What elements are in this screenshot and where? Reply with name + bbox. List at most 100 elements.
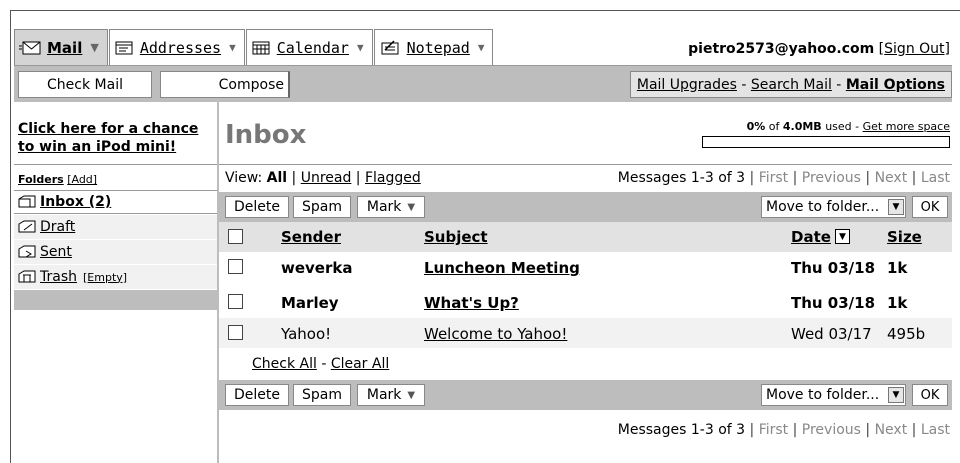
quota-percent: 0% bbox=[746, 120, 766, 133]
promo-link[interactable]: Click here for a chance to win an iPod m… bbox=[14, 102, 217, 156]
promo-line-2[interactable]: to win an iPod mini! bbox=[18, 139, 176, 155]
clear-all-link[interactable]: Clear All bbox=[331, 356, 389, 372]
check-mail-button[interactable]: Check Mail bbox=[18, 71, 152, 98]
pager-bottom: Messages 1-3 of 3 | First | Previous | N… bbox=[617, 422, 950, 438]
user-email: pietro2573@yahoo.com bbox=[688, 41, 875, 57]
row-checkbox[interactable] bbox=[228, 325, 243, 340]
chevron-down-icon[interactable]: ▼ bbox=[357, 41, 364, 54]
pager-first: First bbox=[758, 170, 789, 186]
sort-size[interactable]: Size bbox=[887, 228, 922, 246]
sort-desc-icon[interactable]: ▼ bbox=[835, 229, 850, 244]
pager-previous: Previous bbox=[801, 422, 861, 438]
sort-sender[interactable]: Sender bbox=[281, 228, 341, 246]
message-count: Messages 1-3 of 3 bbox=[617, 422, 746, 438]
quota-progress-bar bbox=[702, 136, 950, 148]
sidebar-item-draft[interactable]: Draft bbox=[14, 215, 217, 239]
row-subject[interactable]: Luncheon Meeting bbox=[424, 259, 580, 277]
add-folder-link[interactable]: [Add] bbox=[67, 173, 97, 186]
trash-folder-icon bbox=[18, 270, 40, 284]
tab-addresses[interactable]: Addresses ▼ bbox=[108, 29, 245, 65]
message-toolbar-bottom: Delete Spam Mark ▼ Move to folder... ▼ OK bbox=[219, 380, 952, 410]
chevron-down-icon[interactable]: ▼ bbox=[90, 41, 98, 54]
tab-addresses-label: Addresses bbox=[139, 38, 222, 57]
pager-top: Messages 1-3 of 3 | First | Previous | N… bbox=[617, 170, 950, 186]
row-size: 495b bbox=[887, 325, 926, 343]
pager-last: Last bbox=[920, 422, 950, 438]
mail-options-link[interactable]: Mail Options bbox=[846, 77, 945, 93]
row-sender: Marley bbox=[281, 294, 339, 312]
sidebar-item-sent[interactable]: Sent bbox=[14, 240, 217, 264]
quota-used: used - bbox=[825, 120, 860, 133]
move-ok-button[interactable]: OK bbox=[912, 384, 948, 406]
get-more-space-link[interactable]: Get more space bbox=[863, 120, 950, 133]
compose-button[interactable]: Compose bbox=[160, 71, 290, 98]
mail-upgrades-link[interactable]: Mail Upgrades bbox=[637, 77, 737, 93]
sidebar-divider bbox=[14, 290, 217, 310]
folders-link[interactable]: Folders bbox=[18, 173, 64, 186]
view-filter-row: View: All | Unread | Flagged Messages 1-… bbox=[219, 164, 952, 190]
table-row[interactable]: Yahoo! Welcome to Yahoo! Wed 03/17 495b bbox=[219, 318, 952, 348]
chevron-down-icon[interactable]: ▼ bbox=[478, 41, 485, 54]
spam-button[interactable]: Spam bbox=[293, 196, 351, 218]
check-all-link[interactable]: Check All bbox=[252, 356, 317, 372]
tab-notepad-label: Notepad bbox=[406, 38, 470, 57]
row-date: Wed 03/17 bbox=[791, 325, 872, 343]
row-subject[interactable]: Welcome to Yahoo! bbox=[424, 325, 567, 343]
notepad-icon bbox=[379, 39, 401, 56]
app-tabs: Mail ▼ Addresses ▼ Calendar ▼ Notepad ▼ bbox=[14, 29, 494, 65]
promo-line-1[interactable]: Click here for a chance bbox=[18, 121, 198, 137]
mark-label: Mark bbox=[366, 387, 402, 403]
row-checkbox[interactable] bbox=[228, 294, 243, 309]
row-subject[interactable]: What's Up? bbox=[424, 294, 519, 312]
view-label: View: bbox=[225, 170, 263, 186]
row-size: 1k bbox=[887, 259, 908, 277]
sort-subject[interactable]: Subject bbox=[424, 228, 488, 246]
view-all: All bbox=[266, 170, 288, 186]
sidebar-item-label[interactable]: Inbox (2) bbox=[40, 194, 111, 210]
calendar-icon bbox=[251, 40, 271, 56]
delete-button[interactable]: Delete bbox=[225, 384, 289, 406]
move-to-folder-select[interactable]: Move to folder... ▼ bbox=[761, 384, 906, 406]
table-row[interactable]: Marley What's Up? Thu 03/18 1k bbox=[219, 286, 952, 316]
view-flagged-link[interactable]: Flagged bbox=[365, 170, 421, 186]
table-row[interactable]: weverka Luncheon Meeting Thu 03/18 1k bbox=[219, 252, 952, 282]
view-unread-link[interactable]: Unread bbox=[301, 170, 352, 186]
tab-mail[interactable]: Mail ▼ bbox=[14, 29, 108, 65]
chevron-down-icon[interactable]: ▼ bbox=[229, 41, 236, 54]
row-sender: Yahoo! bbox=[281, 325, 332, 343]
sidebar-item-inbox[interactable]: Inbox (2) bbox=[14, 190, 217, 214]
pager-last: Last bbox=[920, 170, 950, 186]
empty-trash-link[interactable]: [Empty] bbox=[83, 271, 127, 284]
sidebar-item-label[interactable]: Trash bbox=[40, 269, 77, 285]
sign-out-link[interactable]: Sign Out bbox=[884, 41, 944, 57]
quota-size: 4.0MB bbox=[782, 120, 822, 133]
row-sender: weverka bbox=[281, 259, 353, 277]
mark-label: Mark bbox=[366, 199, 402, 215]
search-mail-link[interactable]: Search Mail bbox=[751, 77, 832, 93]
move-to-folder-select[interactable]: Move to folder... ▼ bbox=[761, 196, 906, 218]
sidebar-item-label[interactable]: Sent bbox=[40, 244, 72, 260]
move-ok-button[interactable]: OK bbox=[912, 196, 948, 218]
row-size: 1k bbox=[887, 294, 908, 312]
inbox-folder-icon bbox=[18, 195, 40, 209]
delete-button[interactable]: Delete bbox=[225, 196, 289, 218]
chevron-down-icon[interactable]: ▼ bbox=[888, 199, 904, 215]
tab-notepad[interactable]: Notepad ▼ bbox=[373, 29, 494, 65]
sidebar: Click here for a chance to win an iPod m… bbox=[14, 102, 217, 462]
tab-calendar[interactable]: Calendar ▼ bbox=[245, 29, 373, 65]
message-count: Messages 1-3 of 3 bbox=[617, 170, 746, 186]
sidebar-item-trash[interactable]: Trash [Empty] bbox=[14, 265, 217, 289]
select-all-checkbox[interactable] bbox=[228, 229, 243, 244]
folders-header: Folders [Add] bbox=[14, 164, 217, 190]
message-table-header: Sender Subject Date ▼ Size bbox=[219, 222, 952, 252]
mark-button[interactable]: Mark ▼ bbox=[357, 196, 425, 218]
mark-button[interactable]: Mark ▼ bbox=[357, 384, 425, 406]
spam-button[interactable]: Spam bbox=[293, 384, 351, 406]
row-checkbox[interactable] bbox=[228, 259, 243, 274]
sort-date[interactable]: Date bbox=[791, 228, 831, 246]
chevron-down-icon[interactable]: ▼ bbox=[888, 387, 904, 403]
sidebar-item-label[interactable]: Draft bbox=[40, 219, 75, 235]
pager-first: First bbox=[758, 422, 789, 438]
move-label: Move to folder... bbox=[766, 199, 880, 215]
chevron-down-icon: ▼ bbox=[407, 201, 416, 213]
